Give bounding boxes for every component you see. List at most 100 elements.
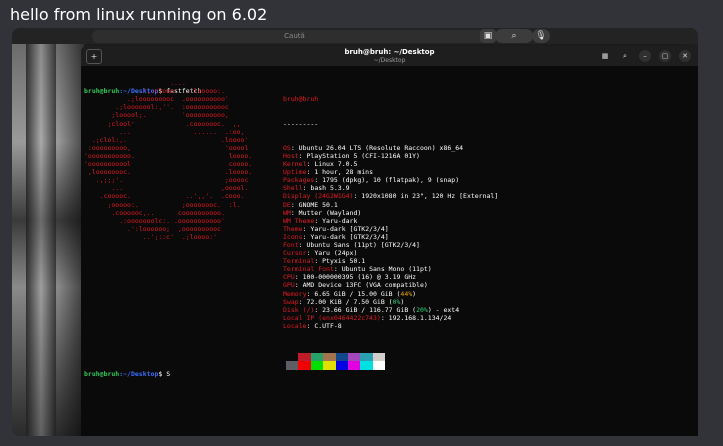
info-row: Display (24G2W1G4): 1920x1080 in 23", 12… <box>283 192 499 201</box>
info-key: Packages <box>283 176 315 185</box>
info-value: bash 5.3.9 <box>310 184 350 193</box>
info-row: Icons: Yaru-dark [GTK2/3/4] <box>283 232 389 241</box>
info-row: Locale: C.UTF-8 <box>283 321 342 330</box>
info-row: Terminal Font: Ubuntu Sans Mono (11pt) <box>283 265 432 274</box>
logo-line: ;looool;. 'oooooooooo, <box>84 111 229 120</box>
info-key: OS <box>283 143 291 152</box>
logo-line: .,;;;'. ;ooooc <box>84 176 249 185</box>
info-key: GPU <box>283 281 295 290</box>
info-key: WM <box>283 208 291 217</box>
info-key: Swap <box>283 297 299 306</box>
info-key: Kernel <box>283 160 307 169</box>
logo-line: :ooooooooo, 'ooool <box>84 143 249 152</box>
info-row: WM Theme: Yaru-dark <box>283 216 358 225</box>
tab-overview-icon[interactable]: ▦ <box>599 50 611 62</box>
info-value: PlayStation 5 (CFI-1216A 01Y) <box>306 151 420 160</box>
background-photo <box>12 44 84 436</box>
info-key: CPU <box>283 273 295 282</box>
logo-line: ..';::c' .;loooo:' <box>84 232 218 241</box>
system-info-block: bruh@bruh --------- OS: Ubuntu 26.04 LTS… <box>283 71 498 395</box>
info-key: Font <box>283 240 299 249</box>
info-key: Locale <box>283 321 307 330</box>
info-value: Yaru-dark [GTK2/3/4] <box>310 232 389 241</box>
info-key: Uptime <box>283 168 307 177</box>
logo-line: .;looooooooc .oooooooooo' <box>84 95 229 104</box>
info-value: 23.66 GiB / 116.77 GiB <box>322 305 409 314</box>
close-icon[interactable]: ✕ <box>679 50 691 62</box>
info-value: Yaru-dark [GTK2/3/4] <box>310 224 389 233</box>
info-value: AMD Device 13FC (VGA compatible) <box>302 281 428 290</box>
search-icon[interactable]: ⌕ <box>495 29 533 43</box>
info-key: Cursor <box>283 249 307 258</box>
color-swatch <box>298 361 311 370</box>
logo-line: .cooooc. ..',,'. .cooo. <box>84 192 245 201</box>
info-row: GPU: AMD Device 13FC (VGA compatible) <box>283 281 428 290</box>
logo-line: 'ooooooooooo. loooo. <box>84 151 253 160</box>
terminal-title-bar: + bruh@bruh: ~/Desktop ~/Desktop ▦ ⌕ – ▢… <box>81 46 698 66</box>
info-value: 100-000000395 (16) @ 3.19 GHz <box>302 273 417 282</box>
info-key: Theme <box>283 224 303 233</box>
info-row: Swap: 72.00 KiB / 7.50 GiB (0%) <box>283 297 405 306</box>
logo-line: .... <box>84 79 186 88</box>
screen-share-icon[interactable]: ▣ <box>480 29 496 43</box>
info-percent: 44% <box>400 289 413 298</box>
info-row: Shell: bash 5.3.9 <box>283 184 350 193</box>
info-value: 192.168.1.134/24 <box>388 313 452 322</box>
info-value: 1 hour, 28 mins <box>314 168 374 177</box>
info-row: Host: PlayStation 5 (CFI-1216A 01Y) <box>283 151 420 160</box>
info-row: Font: Ubuntu Sans (11pt) [GTK2/3/4] <box>283 240 420 249</box>
info-key: Shell <box>283 184 303 193</box>
info-row: Packages: 1795 (dpkg), 10 (flatpak), 9 (… <box>283 176 460 185</box>
logo-line: ... ...... .:oo, <box>84 127 245 136</box>
terminal-search-icon[interactable]: ⌕ <box>619 50 631 62</box>
color-swatch <box>310 361 324 370</box>
info-value: C.UTF-8 <box>314 321 342 330</box>
terminal-window: + bruh@bruh: ~/Desktop ~/Desktop ▦ ⌕ – ▢… <box>81 46 698 436</box>
color-swatch <box>298 353 311 362</box>
color-swatch <box>360 361 373 370</box>
color-swatch <box>286 361 299 370</box>
info-value: 1920x1080 in 23", 120 Hz [External] <box>361 192 499 201</box>
ubuntu-ascii-logo: .... .',:clooo: .:looooo:. .;looooooooc … <box>84 79 252 241</box>
logo-line: .',:clooo: .:looooo:. <box>84 87 225 96</box>
color-swatch <box>323 353 336 362</box>
info-value: Ubuntu Sans (11pt) [GTK2/3/4] <box>306 240 420 249</box>
color-swatch <box>372 353 386 362</box>
info-row: OS: Ubuntu 26.04 LTS (Resolute Raccoon) … <box>283 143 464 152</box>
info-row: WM: Mutter (Wayland) <box>283 208 362 217</box>
logo-line: ;ooooo:. ;oooooooc. :l. <box>84 200 241 209</box>
info-key: Memory <box>283 289 307 298</box>
info-separator: --------- <box>283 119 319 128</box>
color-swatch <box>323 361 336 370</box>
info-row: CPU: 100-000000395 (16) @ 3.19 GHz <box>283 273 417 282</box>
info-key: Icons <box>283 232 303 241</box>
terminal-content[interactable]: bruh@bruh:~/Desktop$ fastfetch .... .',:… <box>84 71 698 436</box>
info-key: Local IP (enx0464422c743) <box>283 313 381 322</box>
info-key: WM Theme <box>283 216 315 225</box>
info-key: Disk (/) <box>283 305 315 314</box>
maximize-icon[interactable]: ▢ <box>659 50 671 62</box>
logo-line: 'ooooooooool coooo. <box>84 160 253 169</box>
minimize-icon[interactable]: – <box>639 50 651 62</box>
color-swatch <box>335 361 348 370</box>
info-value: 1795 (dpkg), 10 (flatpak), 9 (snap) <box>322 176 460 185</box>
color-swatch <box>310 353 324 362</box>
info-value: 6.65 GiB / 15.00 GiB <box>314 289 393 298</box>
browser-top-bar: Caută ▣ ⌕ 🎙 <box>12 28 698 44</box>
prompt-line: bruh@bruh:~/Desktop$ S <box>84 370 170 378</box>
info-value: Ubuntu Sans Mono (11pt) <box>341 265 432 274</box>
color-swatch <box>360 353 373 362</box>
info-key: Terminal Font <box>283 265 334 274</box>
color-swatch <box>372 361 386 370</box>
info-key: Host <box>283 151 299 160</box>
info-value: Linux 7.0.5 <box>314 160 358 169</box>
info-suffix: - ext4 <box>431 305 460 314</box>
search-input[interactable]: Caută <box>92 30 497 43</box>
color-swatch <box>347 361 361 370</box>
info-key: Display (24G2W1G4) <box>283 192 354 201</box>
info-percent: 20% <box>416 305 428 314</box>
microphone-icon[interactable]: 🎙 <box>532 29 550 43</box>
logo-line: .':loooooo; ,oooooooooc <box>84 224 221 233</box>
info-value: Yaru-dark <box>322 216 358 225</box>
logo-line: ... ,ooool. <box>84 184 249 193</box>
